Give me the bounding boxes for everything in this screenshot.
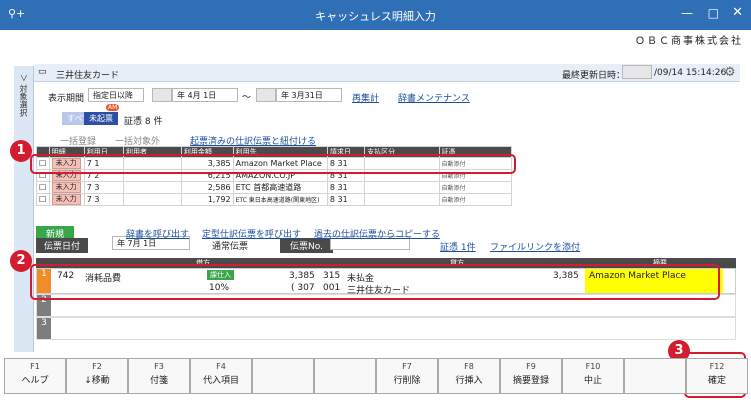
title-bar: ⚲+ キャッシュレス明細入力 — □ ✕ <box>0 0 751 30</box>
card-icon: ▭ <box>38 67 47 77</box>
f9-button[interactable]: F9 摘要登録 <box>500 358 562 394</box>
last-update-masked <box>622 65 652 79</box>
f1-button[interactable]: F1 ヘルプ <box>4 358 66 394</box>
last-update-label: 最終更新日時： <box>562 71 626 81</box>
last-update-value: /09/14 15:14:26 <box>654 68 727 78</box>
voucher-no-label: 伝票No. <box>280 238 333 253</box>
voucher-date-label: 伝票日付 <box>36 238 89 253</box>
count-badge: AM <box>106 104 120 111</box>
evidence-count: 証憑 8 件 <box>124 117 163 127</box>
recalc-link[interactable]: 再集計 <box>352 91 379 104</box>
side-tab-label: ＞ 対象選択 <box>19 74 28 117</box>
table-row[interactable]: ☐ 未入力 7 3 2,586 ETC 首都高速道路 8 31 自動添付 <box>36 181 513 194</box>
panel-header: ▭ 三井住友カード 最終更新日時： /09/14 15:14:26 ⚙ <box>34 64 740 82</box>
window-title: キャッシュレス明細入力 <box>315 10 436 23</box>
restore-icon[interactable]: □ <box>708 6 719 20</box>
date-to[interactable]: 年 3月31日 <box>276 88 342 102</box>
minimize-icon[interactable]: — <box>681 6 693 20</box>
f8-button[interactable]: F8 行挿入 <box>438 358 500 394</box>
panel-title: 三井住友カード <box>56 71 120 81</box>
copy-past[interactable]: 過去の仕訳伝票からコピーする <box>314 227 440 240</box>
side-tab[interactable]: ＞ 対象選択 <box>14 66 34 352</box>
date-to-year[interactable] <box>256 88 276 102</box>
tab-unregistered[interactable]: 未起票 <box>84 112 118 125</box>
call-slip[interactable]: 辞書を呼び出す <box>126 227 189 240</box>
call-fixed[interactable]: 定型仕訳伝票を呼び出す <box>202 227 301 240</box>
f6-button[interactable] <box>314 358 376 394</box>
voucher-type: 通常伝票 <box>212 242 249 252</box>
f5-button[interactable] <box>252 358 314 394</box>
close-icon[interactable]: ✕ <box>732 5 743 20</box>
callout-box-1 <box>30 154 516 174</box>
filelink[interactable]: ファイルリンクを添付 <box>490 240 580 253</box>
f10-button[interactable]: F10 中止 <box>562 358 624 394</box>
period-select[interactable]: 指定日以降 <box>88 88 144 102</box>
journal-empty-rows[interactable]: 2 3 <box>36 294 736 340</box>
f12-button[interactable]: F12 確定 <box>686 358 748 394</box>
f3-button[interactable]: F3 付箋 <box>128 358 190 394</box>
callout-box-2 <box>30 264 720 300</box>
evidence-link[interactable]: 証憑 1件 <box>440 240 476 253</box>
date-from-year[interactable] <box>152 88 172 102</box>
f2-button[interactable]: F2 ↓移動 <box>66 358 128 394</box>
callout-1: 1 <box>10 140 32 162</box>
callout-2: 2 <box>10 250 32 272</box>
f7-button[interactable]: F7 行削除 <box>376 358 438 394</box>
table-row[interactable]: ☐ 未入力 7 3 1,792 ETC 東日本高速道路(関東地区) 8 31 自動添付 <box>36 193 513 206</box>
f11-button[interactable] <box>624 358 686 394</box>
dict-link[interactable]: 辞書メンテナンス <box>398 91 470 104</box>
period-label: 表示期間 <box>48 94 85 104</box>
range-tilde: 〜 <box>242 93 252 103</box>
f4-button[interactable]: F4 代入項目 <box>190 358 252 394</box>
company-name: ＯＢＣ商事株式会社 <box>635 36 743 47</box>
gear-icon[interactable]: ⚙ <box>724 65 736 80</box>
date-from[interactable]: 年 4月 1日 <box>172 88 238 102</box>
